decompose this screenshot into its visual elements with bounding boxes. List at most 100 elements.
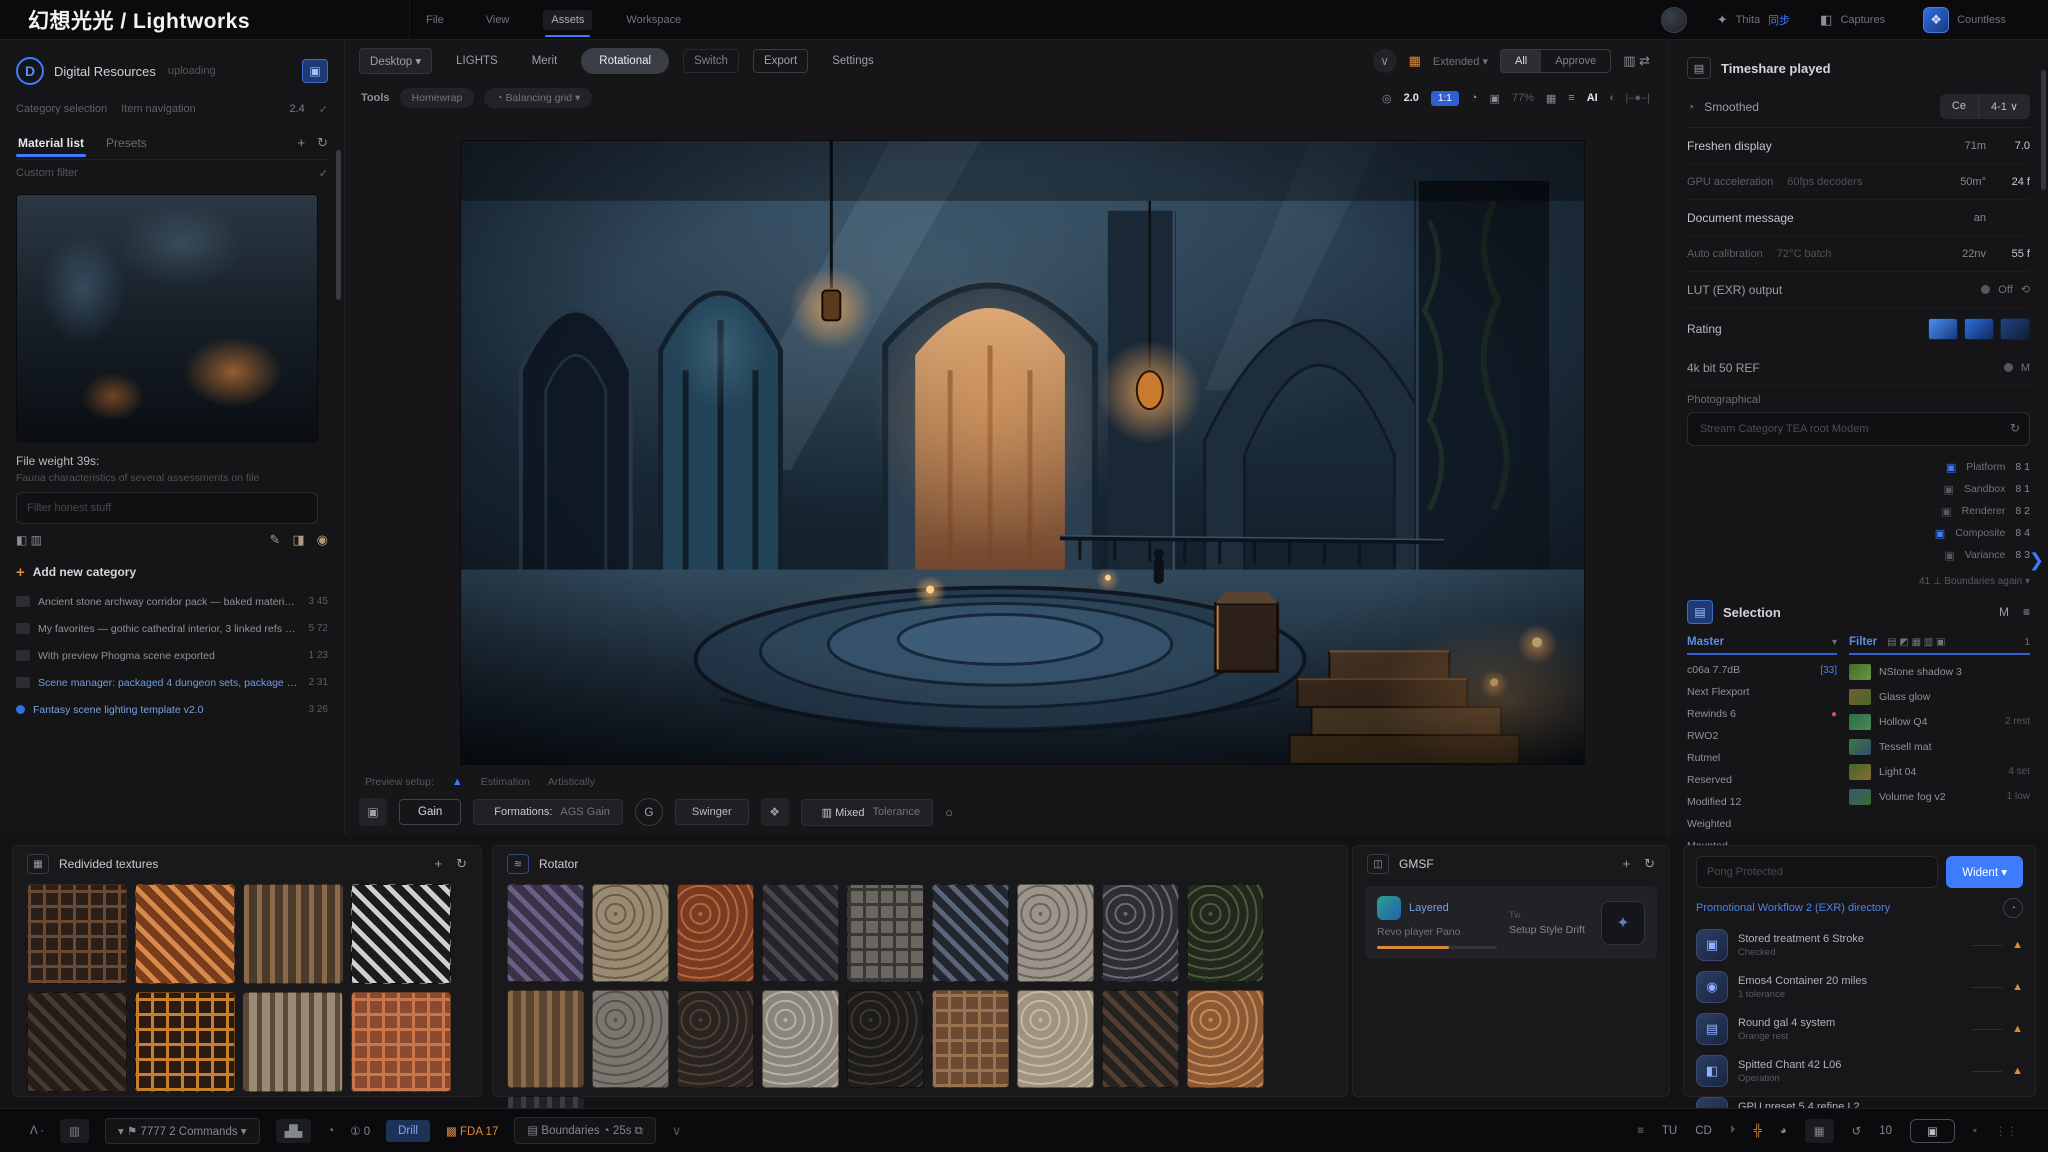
texture-tile[interactable] <box>847 990 924 1088</box>
viewport-status-icon[interactable]: ▣ <box>1489 92 1499 105</box>
refresh-icon[interactable]: ↻ <box>317 135 328 151</box>
select-check-icon[interactable]: ✓ <box>319 103 328 116</box>
texture-tile[interactable] <box>243 992 343 1092</box>
tab-material-list[interactable]: Material list <box>16 130 86 156</box>
add-icon[interactable]: + <box>435 856 443 872</box>
ce-button[interactable]: Ce <box>1940 94 1979 119</box>
texture-tile[interactable] <box>592 990 669 1088</box>
check-row[interactable]: ▣ Composite 8 4 <box>1687 522 2030 544</box>
status-bar-item[interactable]: ▦ <box>1805 1119 1834 1143</box>
viewport-footer-control[interactable]: G <box>635 798 663 826</box>
status-bar-item[interactable]: ∨ <box>672 1123 682 1139</box>
texture-tile[interactable] <box>762 884 839 982</box>
toggle-dot[interactable] <box>2004 363 2013 372</box>
viewport-footer-control[interactable]: Swinger <box>675 799 749 825</box>
texture-tile[interactable] <box>1187 990 1264 1088</box>
layout-grid-icon[interactable]: ▦ <box>1409 53 1421 69</box>
status-bar-item[interactable]: ◕ <box>1780 1125 1787 1137</box>
stream-search-input[interactable] <box>1687 412 2030 446</box>
viewport-footer-control[interactable]: Formations:AGS Gain <box>473 799 623 825</box>
texture-tile[interactable] <box>507 884 584 982</box>
refresh-icon[interactable]: ↻ <box>456 856 467 872</box>
asset-history-item[interactable]: With preview Phogma scene exported 1 23 <box>16 642 328 669</box>
filter-list-item[interactable]: Glass glow <box>1849 684 2030 709</box>
viewport-toolbar-button[interactable]: LIGHTS <box>446 50 508 72</box>
workflow-link[interactable]: Promotional Workflow 2 (EXR) directory <box>1696 902 2003 914</box>
master-list-item[interactable]: Weighted <box>1687 813 1837 835</box>
meta-action-icon[interactable]: ✎ <box>269 532 280 548</box>
status-bar-item[interactable]: ▣ <box>1910 1119 1955 1143</box>
boundaries-row[interactable]: 41 ⊥ Boundaries again ▾ <box>1687 576 2030 587</box>
check-row[interactable]: ▣ Renderer 8 2 <box>1687 500 2030 522</box>
viewport-footer-control[interactable]: Gain <box>399 799 461 825</box>
breadcrumb-balancing-grid[interactable]: ◔ Balancing grid ▾ <box>484 88 592 108</box>
workflow-link-circle-icon[interactable]: ◔ <box>2003 898 2023 918</box>
texture-tile[interactable] <box>677 990 754 1088</box>
viewport-status-icon[interactable]: ▦ <box>1546 92 1556 105</box>
right-panel-scrollbar[interactable] <box>2041 70 2046 190</box>
viewport-footer-control[interactable]: ▥ MixedTolerance <box>801 799 934 826</box>
status-bar-item[interactable]: Λ · <box>30 1125 44 1137</box>
texture-tile[interactable] <box>27 884 127 984</box>
segment-approve[interactable]: Approve <box>1541 50 1610 72</box>
texture-tile[interactable] <box>135 884 235 984</box>
filter-list-item[interactable]: Volume fog v2 1 low <box>1849 784 2030 809</box>
texture-tile[interactable] <box>932 990 1009 1088</box>
wident-button[interactable]: Wident ▾ <box>1946 856 2023 888</box>
viewport-toolbar-button[interactable]: Merit <box>522 50 568 72</box>
texture-tile[interactable] <box>1102 884 1179 982</box>
viewport-footer-control[interactable]: ▣ <box>359 798 387 826</box>
texture-tile[interactable] <box>762 990 839 1088</box>
viewport-toolbar-button[interactable]: Export <box>753 49 808 73</box>
asset-history-item[interactable]: My favorites — gothic cathedral interior… <box>16 615 328 642</box>
check-row[interactable]: ▣ Variance 8 3 <box>1687 544 2030 566</box>
filter-column-title[interactable]: Filter <box>1849 636 1877 648</box>
master-list-item[interactable]: Rutmel <box>1687 747 1837 769</box>
viewport-toolbar-button[interactable]: Rotational <box>581 48 669 74</box>
workflow-search-input[interactable] <box>1696 856 1938 888</box>
status-bar-item[interactable]: ▪ <box>1973 1125 1977 1137</box>
viewport-status-icon[interactable]: 1:1 <box>1431 91 1459 106</box>
check-row[interactable]: ▣ Platform 8 1 <box>1687 456 2030 478</box>
viewport-status-icon[interactable]: ◔ <box>1471 92 1478 104</box>
topbar-action-link[interactable]: 同步 <box>1768 12 1790 28</box>
add-category-row[interactable]: + Add new category <box>16 560 328 584</box>
viewport-toolbar-button[interactable]: Switch <box>683 49 739 73</box>
viewport-status-icon[interactable]: AI <box>1587 92 1598 104</box>
reset-icon[interactable]: ⟲ <box>2021 283 2030 296</box>
menu-item[interactable]: File <box>418 10 452 30</box>
filter-list-item[interactable]: Tessell mat <box>1849 734 2030 759</box>
property-row[interactable]: Freshen display 71m 7.0 <box>1687 128 2030 164</box>
texture-tile[interactable] <box>351 992 451 1092</box>
status-bar-item[interactable]: ▩ FDA 17 <box>446 1124 498 1138</box>
asset-history-item[interactable]: Fantasy scene lighting template v2.0 3 2… <box>16 696 328 723</box>
category-select[interactable]: Category selection <box>16 103 107 115</box>
workflow-list-item[interactable]: ▤ Round gal 4 system Orange rest ——— ▲ <box>1684 1008 2035 1050</box>
toggle-dot[interactable] <box>1981 285 1990 294</box>
segment-all[interactable]: All <box>1501 50 1541 72</box>
viewport-footer-control[interactable]: ❖ <box>761 798 789 826</box>
filter-list-item[interactable]: Hollow Q4 2 rest <box>1849 709 2030 734</box>
ratio-dropdown[interactable]: 4-1 ∨ <box>1979 94 2030 119</box>
asset-history-item[interactable]: Ancient stone archway corridor pack — ba… <box>16 588 328 615</box>
extended-dropdown[interactable]: Extended ▾ <box>1433 55 1488 68</box>
lut-state[interactable]: Off <box>1998 284 2012 296</box>
left-panel-scrollbar[interactable] <box>336 150 341 300</box>
status-bar-item[interactable]: Drill <box>386 1120 430 1142</box>
texture-tile[interactable] <box>135 992 235 1092</box>
viewport-status-icon[interactable]: ≡ <box>1568 92 1574 104</box>
asset-history-item[interactable]: Scene manager: packaged 4 dungeon sets, … <box>16 669 328 696</box>
viewport-status-icon[interactable]: 2.0 <box>1404 92 1419 104</box>
transfer-card[interactable]: Layered Revo player Pano Tw Setup Style … <box>1365 886 1657 959</box>
chevron-down-icon[interactable]: ∨ <box>1373 49 1397 73</box>
status-bar-item[interactable]: ⋮⋮ <box>1995 1124 2018 1138</box>
asset-preview-thumbnail[interactable] <box>16 194 318 442</box>
status-bar-item[interactable]: ▤ Boundaries ◔ 25s ⧉ <box>514 1117 656 1144</box>
master-column-title[interactable]: Master <box>1687 636 1724 648</box>
status-bar-item[interactable]: ≡ <box>1637 1125 1644 1137</box>
image-view-button[interactable]: ▣ <box>302 59 328 83</box>
status-bar-item[interactable]: ⏵ <box>1730 1124 1736 1137</box>
texture-tile[interactable] <box>351 884 451 984</box>
master-list-item[interactable]: Rewinds 6 ● <box>1687 703 1837 725</box>
texture-tile[interactable] <box>847 884 924 982</box>
